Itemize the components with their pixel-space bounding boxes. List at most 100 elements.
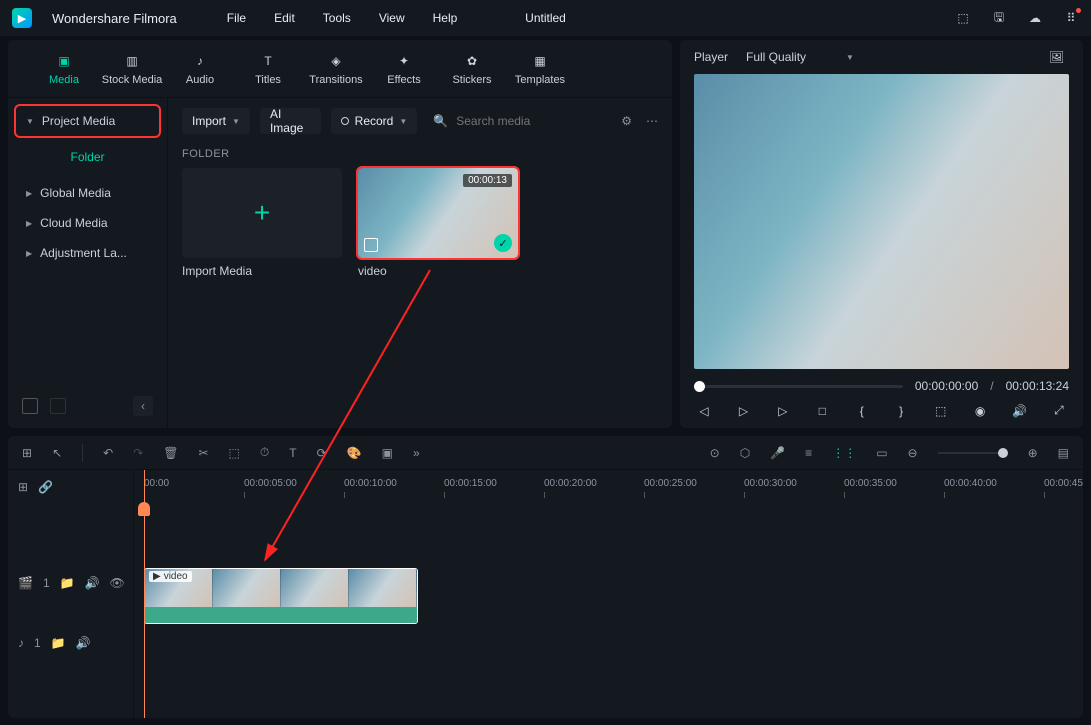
mark-in-icon[interactable]: { xyxy=(852,404,872,418)
video-clip-card[interactable]: 00:00:13 ✓ video xyxy=(358,168,518,278)
tab-effects[interactable]: ✦Effects xyxy=(370,52,438,86)
import-button[interactable]: Import▼ xyxy=(182,108,250,134)
timeline-clip[interactable]: ▶video xyxy=(144,568,418,624)
clip-used-icon: ✓ xyxy=(494,234,512,252)
shield-icon[interactable]: ⬡ xyxy=(740,446,750,460)
speed-icon[interactable]: ⏱ xyxy=(260,445,269,460)
layout-icon[interactable]: ⬚ xyxy=(955,10,971,26)
mic-icon[interactable]: 🎤 xyxy=(770,446,785,460)
media-panel: ▣Media ▥Stock Media ♪Audio TTitles ◈Tran… xyxy=(8,40,672,428)
tab-transitions[interactable]: ◈Transitions xyxy=(302,52,370,86)
redo-icon[interactable]: ↷ xyxy=(133,446,143,460)
snapshot-icon[interactable]: 🖼 xyxy=(1049,50,1069,64)
title-bar: ▶ Wondershare Filmora File Edit Tools Vi… xyxy=(0,0,1091,36)
filter-icon[interactable]: ⚙ xyxy=(621,114,632,128)
timeline-tracks[interactable]: 00:00 00:00:05:00 00:00:10:00 00:00:15:0… xyxy=(134,470,1083,718)
import-media-card[interactable]: + Import Media xyxy=(182,168,342,278)
rotate-icon[interactable]: ⟳ xyxy=(317,446,327,460)
select-icon[interactable]: ↖ xyxy=(52,446,62,460)
add-track-icon[interactable]: ⊞ xyxy=(18,480,28,494)
tab-stock-media[interactable]: ▥Stock Media xyxy=(98,52,166,86)
more-tools-icon[interactable]: » xyxy=(413,446,420,460)
view-mode-icon[interactable]: ▤ xyxy=(1058,446,1069,460)
sidebar-project-media[interactable]: ▼Project Media xyxy=(16,106,159,136)
section-label: FOLDER xyxy=(182,148,658,160)
capture-icon[interactable]: ◉ xyxy=(970,404,990,418)
time-total: 00:00:13:24 xyxy=(1006,379,1069,393)
new-folder-icon[interactable] xyxy=(22,398,38,414)
menu-help[interactable]: Help xyxy=(433,11,458,25)
crop-icon[interactable]: ⬚ xyxy=(229,446,240,460)
menu-edit[interactable]: Edit xyxy=(274,11,295,25)
timeline-panel: ⊞ ↖ ↶ ↷ 🗑 ✂ ⬚ ⏱ T ⟳ 🎨 ▣ » ⊙ ⬡ 🎤 ≡ ⋮⋮ ▭ ⊖… xyxy=(8,436,1083,718)
playhead[interactable] xyxy=(144,470,145,718)
timeline-toolbar: ⊞ ↖ ↶ ↷ 🗑 ✂ ⬚ ⏱ T ⟳ 🎨 ▣ » ⊙ ⬡ 🎤 ≡ ⋮⋮ ▭ ⊖… xyxy=(8,436,1083,470)
document-title: Untitled xyxy=(525,11,566,25)
snap-icon[interactable]: ⋮⋮ xyxy=(832,446,856,460)
sidebar-adjustment-layer[interactable]: ▶Adjustment La... xyxy=(16,238,159,268)
mute-icon[interactable]: 🔊 xyxy=(76,636,91,650)
menu-tools[interactable]: Tools xyxy=(323,11,351,25)
tab-titles[interactable]: TTitles xyxy=(234,52,302,86)
collapse-sidebar-icon[interactable]: ‹ xyxy=(133,396,153,416)
grid-icon[interactable]: ⊞ xyxy=(22,446,32,460)
play-forward-icon[interactable]: ▷ xyxy=(773,404,793,418)
clip-duration: 00:00:13 xyxy=(463,174,512,187)
volume-icon[interactable]: 🔊 xyxy=(1010,404,1030,418)
scrub-bar[interactable] xyxy=(694,385,903,388)
plus-icon: + xyxy=(254,197,270,229)
audio-track-header[interactable]: ♪1 📁 🔊 xyxy=(8,626,133,660)
sidebar-cloud-media[interactable]: ▶Cloud Media xyxy=(16,208,159,238)
mute-icon[interactable]: 🔊 xyxy=(85,576,100,590)
video-track-icon: 🎬 xyxy=(18,576,33,590)
sidebar-global-media[interactable]: ▶Global Media xyxy=(16,178,159,208)
mask-icon[interactable]: ▣ xyxy=(382,446,393,460)
time-ruler[interactable]: 00:00 00:00:05:00 00:00:10:00 00:00:15:0… xyxy=(134,470,1083,504)
folder-icon[interactable]: 📁 xyxy=(51,636,66,650)
video-track-header[interactable]: 🎬1 📁 🔊 👁 xyxy=(8,566,133,600)
app-logo: ▶ xyxy=(12,8,32,28)
sidebar-folder-label: Folder xyxy=(16,142,159,172)
folder-icon[interactable]: 📁 xyxy=(60,576,75,590)
sidebar-bottom: ‹ xyxy=(16,392,159,420)
menu-view[interactable]: View xyxy=(379,11,405,25)
more-icon[interactable]: ⋯ xyxy=(646,114,658,128)
player-label: Player xyxy=(694,50,728,64)
tab-templates[interactable]: ▦Templates xyxy=(506,52,574,86)
fullscreen-icon[interactable]: ⤢ xyxy=(1049,403,1069,418)
play-icon[interactable]: ▷ xyxy=(733,404,753,418)
undo-icon[interactable]: ↶ xyxy=(103,446,113,460)
apps-icon[interactable]: ⠿ xyxy=(1063,10,1079,26)
save-icon[interactable]: 🖫 xyxy=(991,10,1007,26)
color-icon[interactable]: 🎨 xyxy=(347,446,362,460)
record-button[interactable]: Record▼ xyxy=(331,108,418,134)
quality-dropdown[interactable]: Full Quality▼ xyxy=(746,50,854,64)
cut-icon[interactable]: ✂ xyxy=(198,446,208,460)
search-input[interactable] xyxy=(456,114,611,128)
zoom-slider[interactable] xyxy=(938,452,1008,454)
text-icon[interactable]: T xyxy=(289,446,296,460)
visibility-icon[interactable]: 👁 xyxy=(110,576,125,590)
frame-icon[interactable]: ▭ xyxy=(876,446,887,460)
zoom-out-icon[interactable]: ⊖ xyxy=(908,446,918,460)
media-toolbar: Import▼ AI Image Record▼ 🔍 ⚙ ⋯ xyxy=(182,106,658,136)
mixer-icon[interactable]: ≡ xyxy=(805,446,812,460)
zoom-in-icon[interactable]: ⊕ xyxy=(1028,446,1038,460)
stop-icon[interactable]: □ xyxy=(812,404,832,418)
audio-track-icon: ♪ xyxy=(18,636,24,650)
track-headers: ⊞ 🔗 🎬1 📁 🔊 👁 ♪1 📁 🔊 xyxy=(8,470,134,718)
new-bin-icon[interactable] xyxy=(50,398,66,414)
delete-icon[interactable]: 🗑 xyxy=(163,446,178,460)
preview-viewport[interactable] xyxy=(694,74,1069,369)
tab-media[interactable]: ▣Media xyxy=(30,52,98,86)
tab-audio[interactable]: ♪Audio xyxy=(166,52,234,86)
display-icon[interactable]: ⬚ xyxy=(931,404,951,418)
menu-file[interactable]: File xyxy=(227,11,246,25)
tab-stickers[interactable]: ✿Stickers xyxy=(438,52,506,86)
prev-frame-icon[interactable]: ◁ xyxy=(694,404,714,418)
link-icon[interactable]: 🔗 xyxy=(38,480,53,494)
cloud-icon[interactable]: ☁ xyxy=(1027,10,1043,26)
ai-image-button[interactable]: AI Image xyxy=(260,108,321,134)
mark-out-icon[interactable]: } xyxy=(891,404,911,418)
marker-dot-icon[interactable]: ⊙ xyxy=(710,446,720,460)
